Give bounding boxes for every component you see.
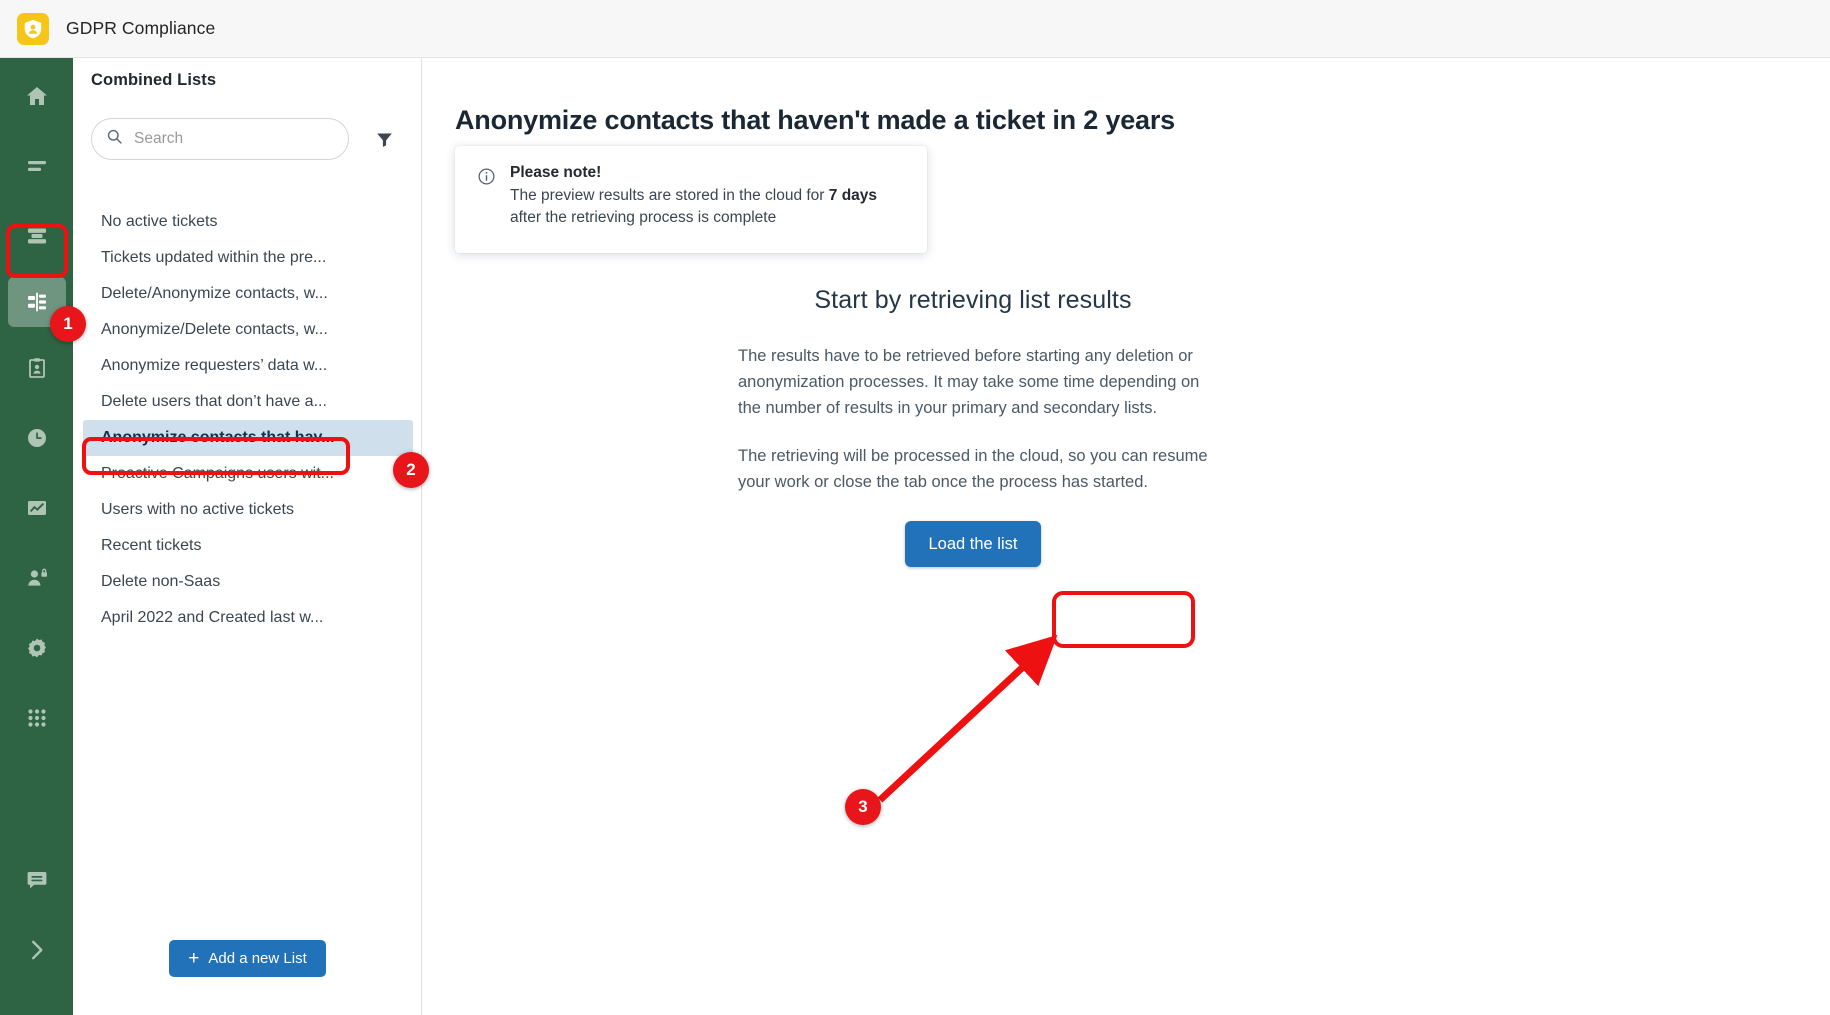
empty-state: Start by retrieving list results The res… [738, 286, 1208, 567]
empty-state-title: Start by retrieving list results [814, 286, 1132, 314]
empty-state-paragraph-2: The retrieving will be processed in the … [738, 447, 1208, 491]
app-title: GDPR Compliance [66, 18, 216, 38]
list-item[interactable]: No active tickets [83, 204, 413, 240]
note-text-before: The preview results are stored in the cl… [510, 187, 829, 204]
list-item[interactable]: Delete/Anonymize contacts, w... [83, 276, 413, 312]
combined-lists-panel: Combined Lists No active tickets Ticket [73, 58, 422, 1015]
search-icon [106, 128, 123, 150]
plus-icon: + [188, 948, 200, 969]
list-item[interactable]: Anonymize/Delete contacts, w... [83, 312, 413, 348]
chevron-right-icon[interactable] [0, 921, 73, 979]
top-bar: GDPR Compliance [0, 0, 1830, 58]
user-lock-icon[interactable] [0, 549, 73, 607]
filter-icon[interactable] [369, 124, 399, 154]
add-list-footer: + Add a new List [73, 940, 422, 977]
combined-lists-icon[interactable] [8, 277, 66, 327]
clock-icon[interactable] [0, 409, 73, 467]
search-box[interactable] [91, 118, 349, 160]
empty-state-paragraph-1: The results have to be retrieved before … [738, 347, 1200, 417]
search-row [91, 118, 406, 160]
add-list-label: Add a new List [208, 950, 307, 967]
note-title: Please note! [510, 164, 602, 181]
main-content: Anonymize contacts that haven't made a t… [422, 58, 1830, 1015]
shield-user-icon [17, 12, 49, 45]
list-item[interactable]: April 2022 and Created last w... [83, 600, 413, 636]
add-a-new-list-button[interactable]: + Add a new List [169, 940, 326, 977]
chart-icon[interactable] [0, 479, 73, 537]
load-the-list-button[interactable]: Load the list [904, 521, 1042, 567]
list-item[interactable]: Delete non-Saas [83, 564, 413, 600]
note-text-bold: 7 days [828, 187, 878, 204]
page-title: Anonymize contacts that haven't made a t… [455, 105, 1175, 135]
list-item[interactable]: Users with no active tickets [83, 492, 413, 528]
app-root: GDPR Compliance Combined Lists Search No… [0, 0, 1830, 1015]
gear-icon[interactable] [0, 619, 73, 677]
home-icon[interactable] [0, 67, 73, 125]
panel-title: Combined Lists [91, 71, 217, 89]
list-item[interactable]: Tickets updated within the pre... [83, 240, 413, 276]
note-text: The preview results are stored in the cl… [510, 185, 907, 229]
clipboard-user-icon[interactable] [0, 339, 73, 397]
database-icon[interactable] [0, 207, 73, 265]
lines-list-icon[interactable] [0, 137, 73, 195]
please-note-card: Please note! The preview results are sto… [455, 146, 927, 253]
list-item[interactable]: Anonymize requesters’ data w... [83, 348, 413, 384]
grid-apps-icon[interactable] [0, 689, 73, 747]
list-item[interactable]: Recent tickets [83, 528, 413, 564]
list-item-anonymize-contacts[interactable]: Anonymize contacts that hav... [83, 420, 413, 456]
primary-nav-rail [0, 58, 73, 1015]
chat-icon[interactable] [0, 851, 73, 909]
combined-lists-items: No active tickets Tickets updated within… [83, 204, 413, 636]
info-icon [477, 167, 496, 253]
search-input[interactable] [134, 130, 324, 148]
list-item[interactable]: Proactive Campaigns users wit... [83, 456, 413, 492]
note-text-after: after the retrieving process is complete [510, 209, 777, 226]
list-item[interactable]: Delete users that don’t have a... [83, 384, 413, 420]
